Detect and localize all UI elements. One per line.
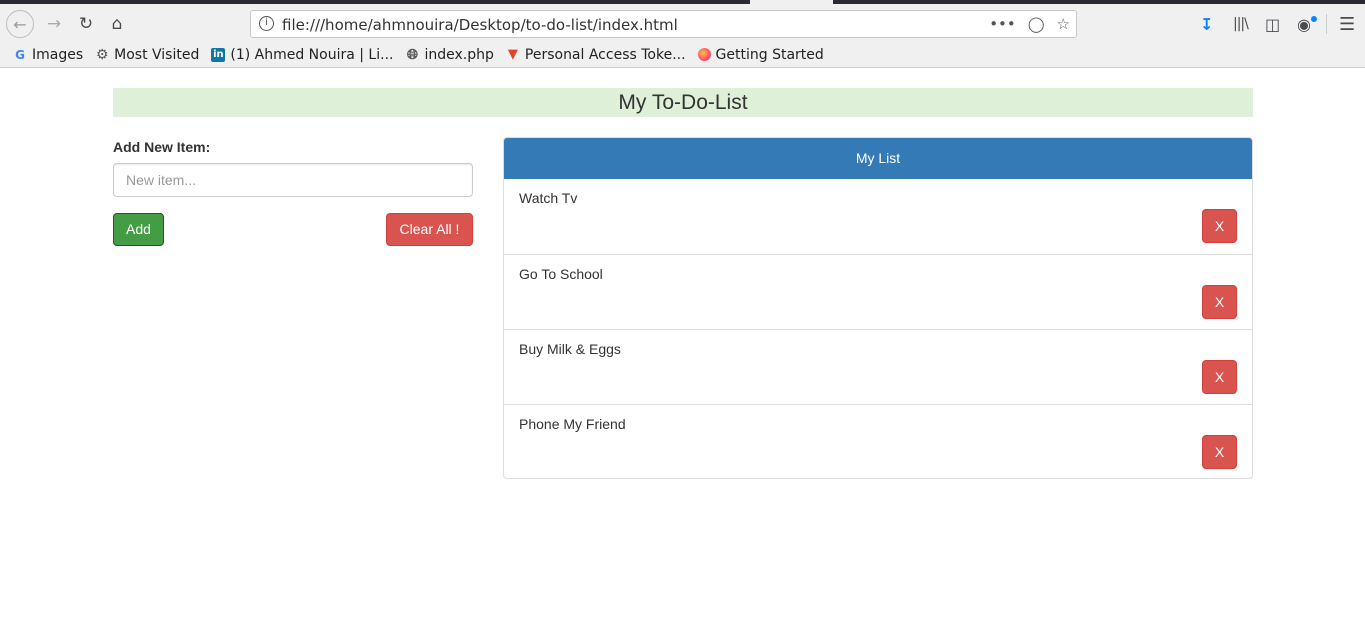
home-button[interactable]: ⌂ — [103, 10, 131, 38]
bookmarks-toolbar: G Images ⚙ Most Visited in (1) Ahmed Nou… — [0, 42, 1365, 68]
notification-dot — [1311, 16, 1317, 22]
reload-icon: ↻ — [78, 14, 94, 34]
arrow-right-icon: → — [46, 14, 62, 34]
navigation-toolbar: ← → ↻ ⌂ i file:///home/ahmnouira/Desktop… — [0, 4, 1365, 42]
list-item: Phone My Friend X — [504, 404, 1252, 479]
reload-button[interactable]: ↻ — [72, 10, 100, 38]
url-text[interactable]: file:///home/ahmnouira/Desktop/to-do-lis… — [282, 16, 678, 34]
add-button[interactable]: Add — [113, 213, 164, 246]
clear-all-button[interactable]: Clear All ! — [386, 213, 473, 246]
toolbar-divider — [1326, 14, 1327, 34]
my-list-panel: My List Watch Tv X Go To School X Buy Mi… — [503, 137, 1253, 479]
back-button[interactable]: ← — [6, 10, 34, 38]
bookmark-index-php[interactable]: 🌐︎ index.php — [405, 46, 494, 63]
firefox-icon — [697, 48, 711, 61]
delete-item-button[interactable]: X — [1202, 285, 1237, 319]
google-icon: G — [15, 47, 25, 62]
bookmark-linkedin[interactable]: in (1) Ahmed Nouira | Li... — [211, 47, 393, 63]
bookmark-label: Most Visited — [114, 46, 200, 63]
list-item: Watch Tv X — [504, 179, 1252, 254]
forward-button[interactable]: → — [40, 10, 68, 38]
delete-item-button[interactable]: X — [1202, 209, 1237, 243]
gitlab-icon: ▼ — [507, 47, 518, 62]
item-text: Watch Tv — [519, 190, 578, 206]
list-item: Buy Milk & Eggs X — [504, 329, 1252, 404]
globe-icon: 🌐︎ — [406, 46, 419, 63]
arrow-left-icon: ← — [13, 14, 27, 34]
sidebar-icon[interactable]: ◫ — [1265, 10, 1280, 38]
item-text: Phone My Friend — [519, 416, 626, 432]
library-icon[interactable]: |||\ — [1233, 10, 1249, 38]
pocket-icon[interactable]: ◯ — [1028, 15, 1045, 33]
delete-item-button[interactable]: X — [1202, 435, 1237, 469]
bookmark-star-icon[interactable]: ☆ — [1057, 15, 1070, 33]
hamburger-menu-icon[interactable]: ☰ — [1339, 10, 1355, 38]
list-item: Go To School X — [504, 254, 1252, 329]
linkedin-icon: in — [211, 47, 226, 62]
home-icon: ⌂ — [111, 14, 123, 34]
new-item-input[interactable] — [113, 163, 473, 197]
gear-icon: ⚙ — [95, 46, 109, 63]
item-text: Go To School — [519, 266, 603, 282]
download-icon[interactable]: ↧ — [1200, 10, 1213, 38]
page-content: My To-Do-List Add New Item: Add Clear Al… — [0, 68, 1365, 632]
item-text: Buy Milk & Eggs — [519, 341, 621, 357]
bookmark-images[interactable]: G Images — [13, 47, 83, 63]
bookmark-label: index.php — [424, 46, 494, 63]
bookmark-getting-started[interactable]: Getting Started — [697, 46, 824, 63]
page-actions-icon[interactable]: ••• — [989, 15, 1016, 33]
bookmark-label: Personal Access Toke... — [524, 46, 686, 63]
info-icon[interactable]: i — [259, 16, 274, 31]
page-title: My To-Do-List — [113, 88, 1253, 117]
new-item-label: Add New Item: — [113, 139, 211, 155]
bookmark-label: Getting Started — [715, 46, 824, 63]
bookmark-label: Images — [32, 46, 84, 63]
bookmark-most-visited[interactable]: ⚙ Most Visited — [95, 46, 200, 63]
delete-item-button[interactable]: X — [1202, 360, 1237, 394]
bookmark-gitlab[interactable]: ▼ Personal Access Toke... — [506, 47, 686, 63]
account-icon[interactable]: ◉ — [1297, 10, 1311, 38]
list-heading: My List — [504, 138, 1252, 179]
list-body: Watch Tv X Go To School X Buy Milk & Egg… — [504, 179, 1252, 479]
bookmark-label: (1) Ahmed Nouira | Li... — [230, 46, 394, 63]
address-bar[interactable]: i file:///home/ahmnouira/Desktop/to-do-l… — [250, 10, 1077, 38]
